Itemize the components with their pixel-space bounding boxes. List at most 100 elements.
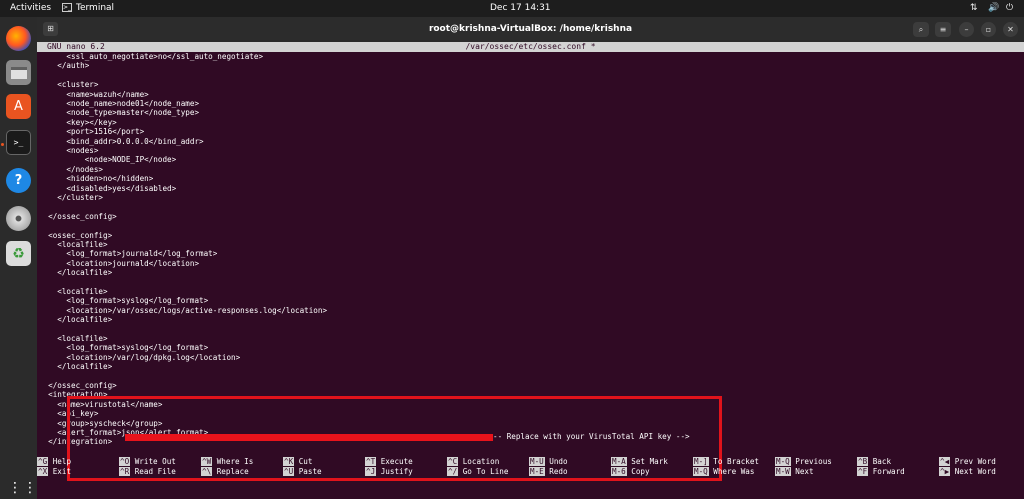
clock[interactable]: Dec 17 14:31: [490, 3, 551, 13]
editor-line: <ossec_config>: [39, 230, 113, 240]
shortcut-key: ^T: [365, 457, 377, 466]
shortcut-item: ^U Paste: [283, 467, 322, 476]
shortcut-key: M-Q: [775, 457, 791, 466]
shortcut-key: ^/: [447, 467, 459, 476]
maximize-icon[interactable]: ▫: [981, 22, 996, 37]
shortcut-key: ^\: [201, 467, 213, 476]
editor-line: <nodes>: [39, 146, 99, 155]
shortcut-item: ^\ Replace: [201, 467, 249, 476]
editor-line: <localfile>: [39, 240, 108, 249]
shortcut-label: Execute: [376, 457, 413, 466]
shortcut-key: ^B: [857, 457, 869, 466]
hamburger-menu-icon[interactable]: ≡: [935, 22, 951, 37]
volume-icon[interactable]: 🔊: [988, 3, 999, 13]
shortcut-item: ^X Exit: [37, 467, 71, 476]
top-bar: Activities >_ Terminal Dec 17 14:31 ⇅ 🔊 …: [0, 0, 1024, 17]
shortcut-item: ^O Write Out: [119, 457, 176, 466]
shortcut-label: Where Is: [212, 457, 254, 466]
shortcut-item: ^C Location: [447, 457, 499, 466]
editor-line: </ossec_config>: [39, 381, 117, 390]
shortcut-key: ^R: [119, 467, 131, 476]
shortcut-label: Help: [48, 457, 72, 466]
search-icon[interactable]: ⌕: [913, 22, 929, 37]
shortcut-label: Forward: [868, 467, 905, 476]
shortcut-item: M-U Undo: [529, 457, 568, 466]
shortcut-item: ^W Where Is: [201, 457, 253, 466]
files-icon[interactable]: [6, 60, 31, 85]
trash-icon[interactable]: ♻: [6, 241, 31, 266]
app-center-icon[interactable]: A: [6, 94, 31, 119]
terminal-window: ⊞ root@krishna-VirtualBox: /home/krishna…: [37, 17, 1024, 499]
editor-line: <location>/var/log/dpkg.log</location>: [39, 352, 241, 362]
shortcut-key: ^X: [37, 467, 49, 476]
editor-line: </cluster>: [39, 193, 104, 202]
shortcut-key: ^K: [283, 457, 295, 466]
editor-line: <localfile>: [39, 334, 108, 343]
shortcut-label: Justify: [376, 467, 413, 476]
power-icon[interactable]: ⏻: [1006, 3, 1013, 13]
shortcut-label: Read File: [130, 467, 176, 476]
editor-line: <log_format>syslog</log_format>: [39, 343, 209, 353]
shortcut-key: M-A: [611, 457, 627, 466]
shortcut-item: M-] To Bracket: [693, 457, 759, 466]
shortcut-key: ^U: [283, 467, 295, 476]
editor-line: <cluster>: [39, 80, 99, 90]
shortcut-item: ^▶ Next Word: [939, 467, 996, 476]
editor-line: </ossec_config>: [39, 211, 117, 221]
shortcut-key: ^W: [201, 457, 213, 466]
shortcut-item: M-Q Previous: [775, 457, 832, 466]
shortcut-label: Redo: [544, 467, 568, 476]
shortcut-item: ^J Justify: [365, 467, 413, 476]
terminal-app-icon: >_: [62, 3, 72, 12]
app-menu-terminal[interactable]: Terminal: [76, 3, 114, 13]
editor-line: <location>journald</location>: [39, 258, 200, 268]
window-title: root@krishna-VirtualBox: /home/krishna: [428, 24, 633, 34]
editor-line: <bind_addr>0.0.0.0</bind_addr>: [39, 136, 204, 146]
shortcut-key: ^G: [37, 457, 49, 466]
nano-filename: /var/ossec/etc/ossec.conf *: [465, 42, 596, 51]
editor-line: <node_name>node01</node_name>: [39, 99, 200, 108]
close-icon[interactable]: ✕: [1003, 22, 1018, 37]
shortcut-key: ^▶: [939, 467, 951, 476]
shortcut-label: Go To Line: [458, 467, 509, 476]
editor-line: <disabled>yes</disabled>: [39, 183, 177, 193]
shortcut-label: Set Mark: [626, 457, 668, 466]
shortcut-key: ^O: [119, 457, 131, 466]
minimize-icon[interactable]: –: [959, 22, 974, 37]
shortcut-key: M-Q: [693, 467, 709, 476]
shortcut-item: M-6 Copy: [611, 467, 650, 476]
editor-line: </nodes>: [39, 164, 104, 174]
shortcut-label: Write Out: [130, 457, 176, 466]
editor-line: <location>/var/ossec/logs/active-respons…: [39, 305, 328, 315]
shortcut-label: Previous: [790, 457, 832, 466]
editor-line: <key></key>: [39, 117, 117, 127]
shortcut-key: M-]: [693, 457, 709, 466]
editor-line: <log_format>journald</log_format>: [39, 249, 218, 259]
help-icon[interactable]: ?: [6, 168, 31, 193]
firefox-icon[interactable]: [6, 26, 31, 51]
terminal-dock-icon[interactable]: >_: [6, 130, 31, 155]
title-bar: ⊞ root@krishna-VirtualBox: /home/krishna…: [37, 17, 1024, 42]
shortcut-key: M-E: [529, 467, 545, 476]
shortcut-key: ^◀: [939, 457, 951, 466]
editor-line: <log_format>syslog</log_format>: [39, 296, 209, 306]
dvd-icon[interactable]: [6, 206, 31, 231]
shortcut-key: ^C: [447, 457, 459, 466]
shortcut-label: Next: [790, 467, 814, 476]
editor-line: </localfile>: [39, 315, 113, 325]
shortcut-label: Location: [458, 457, 500, 466]
activities-button[interactable]: Activities: [10, 3, 51, 13]
editor-line: <name>wazuh</name>: [39, 89, 149, 99]
shortcut-item: ^B Back: [857, 457, 891, 466]
shortcut-label: Next Word: [950, 467, 996, 476]
shortcut-item: M-Q Where Was: [693, 467, 754, 476]
folder-icon: [10, 66, 27, 79]
editor-line: <node_type>master</node_type>: [39, 108, 200, 118]
network-icon[interactable]: ⇅: [970, 3, 978, 13]
shortcut-label: Exit: [48, 467, 72, 476]
shortcut-label: To Bracket: [708, 457, 760, 466]
shortcut-item: ^G Help: [37, 457, 71, 466]
shortcut-item: M-A Set Mark: [611, 457, 668, 466]
shortcut-key: ^J: [365, 467, 377, 476]
shortcut-key: M-U: [529, 457, 545, 466]
